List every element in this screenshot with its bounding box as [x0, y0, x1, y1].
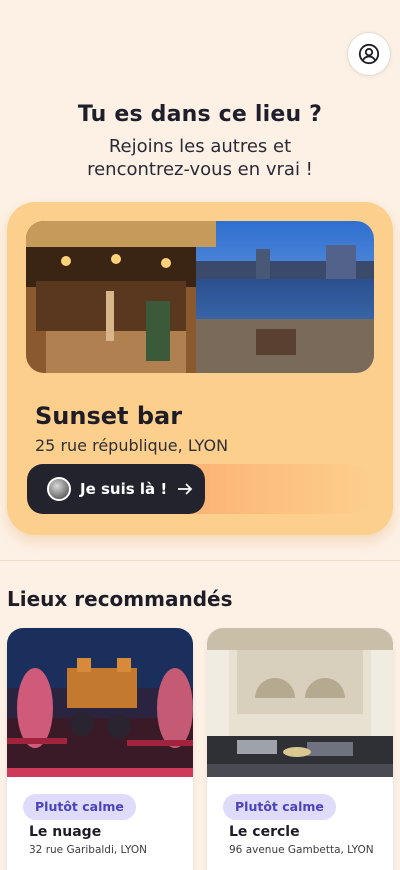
- profile-button[interactable]: [347, 32, 391, 76]
- recommended-name: Le cercle: [229, 824, 300, 840]
- recommended-photo: [207, 628, 393, 777]
- recommended-card[interactable]: Plutôt calme Le nuage 32 rue Garibaldi, …: [7, 628, 193, 870]
- avatar: [47, 477, 71, 501]
- page-subtitle: Rejoins les autres et rencontrez-vous en…: [0, 135, 400, 181]
- recommended-card[interactable]: Plutôt calme Le cercle 96 avenue Gambett…: [207, 628, 393, 870]
- subtitle-line-1: Rejoins les autres et: [108, 136, 292, 157]
- recommended-address: 32 rue Garibaldi, LYON: [29, 844, 147, 856]
- checkin-label: Je suis là !: [80, 480, 168, 498]
- venue-address: 25 rue république, LYON: [35, 436, 229, 455]
- recommended-photo: [7, 628, 193, 777]
- recommended-title: Lieux recommandés: [7, 587, 233, 611]
- subtitle-line-2: rencontrez-vous en vrai !: [87, 159, 313, 180]
- venue-photo: [26, 221, 374, 373]
- section-divider: [0, 560, 400, 561]
- current-venue-card: Sunset bar 25 rue république, LYON Je su…: [7, 202, 393, 535]
- ambiance-tag: Plutôt calme: [223, 794, 336, 820]
- checkin-button[interactable]: Je suis là !: [27, 464, 205, 514]
- ambiance-tag: Plutôt calme: [23, 794, 136, 820]
- user-circle-icon: [358, 43, 380, 65]
- venue-name: Sunset bar: [35, 402, 183, 430]
- page-title: Tu es dans ce lieu ?: [77, 102, 323, 127]
- arrow-right-icon: [177, 482, 193, 496]
- recommended-address: 96 avenue Gambetta, LYON: [229, 844, 374, 856]
- recommended-name: Le nuage: [29, 824, 102, 840]
